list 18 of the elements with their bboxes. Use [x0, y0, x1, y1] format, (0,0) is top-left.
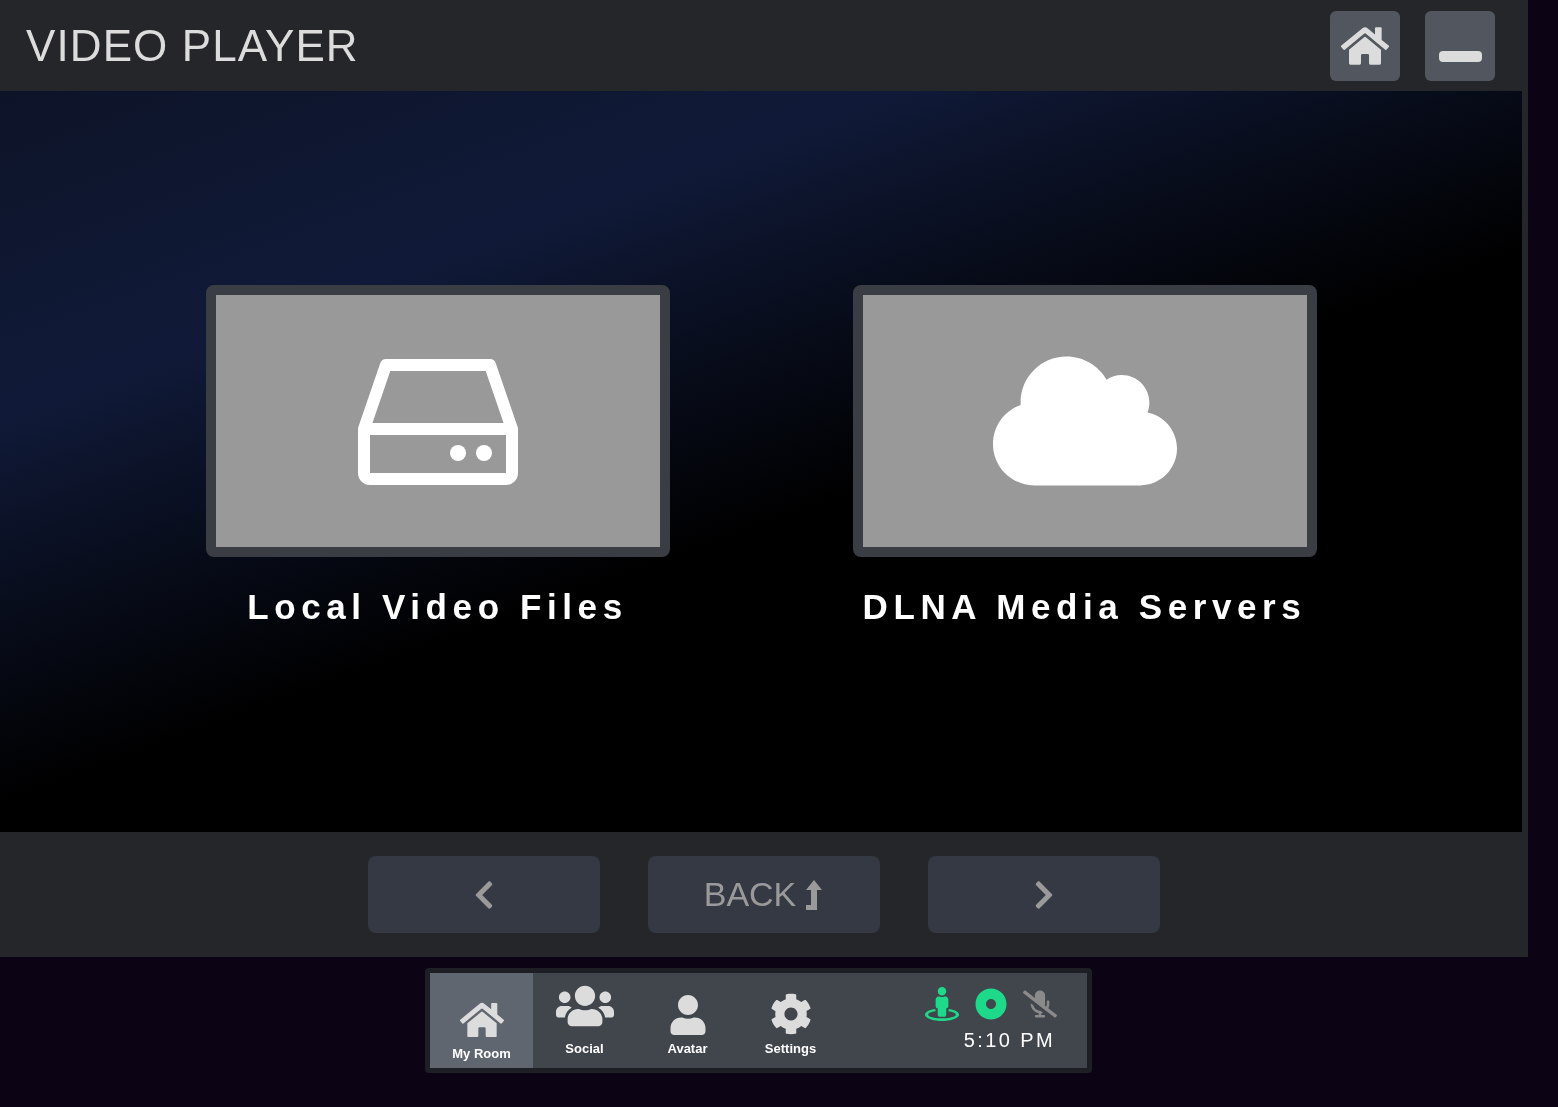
source-label: DLNA Media Servers	[862, 586, 1307, 628]
clock-time: 5:10 PM	[963, 1027, 1055, 1053]
home-button[interactable]	[1330, 10, 1400, 81]
window-title: VIDEO PLAYER	[26, 19, 359, 72]
person-on-ring-icon[interactable]	[925, 986, 959, 1021]
taskbar-item[interactable]: Social	[533, 973, 636, 1068]
minimize-icon	[1438, 51, 1482, 62]
hard-drive-icon	[355, 357, 520, 485]
taskbar-item[interactable]: My Room	[430, 973, 533, 1068]
source-label: Local Video Files	[247, 586, 628, 628]
source-tile[interactable]	[205, 285, 670, 557]
settings-icon	[769, 992, 812, 1035]
back-button[interactable]: BACK	[648, 856, 880, 933]
source-tile[interactable]	[852, 285, 1317, 557]
minimize-button[interactable]	[1425, 10, 1495, 81]
taskbar-item[interactable]: Settings	[739, 973, 842, 1068]
taskbar-item[interactable]: Avatar	[636, 973, 739, 1068]
target-icon[interactable]	[975, 987, 1007, 1020]
